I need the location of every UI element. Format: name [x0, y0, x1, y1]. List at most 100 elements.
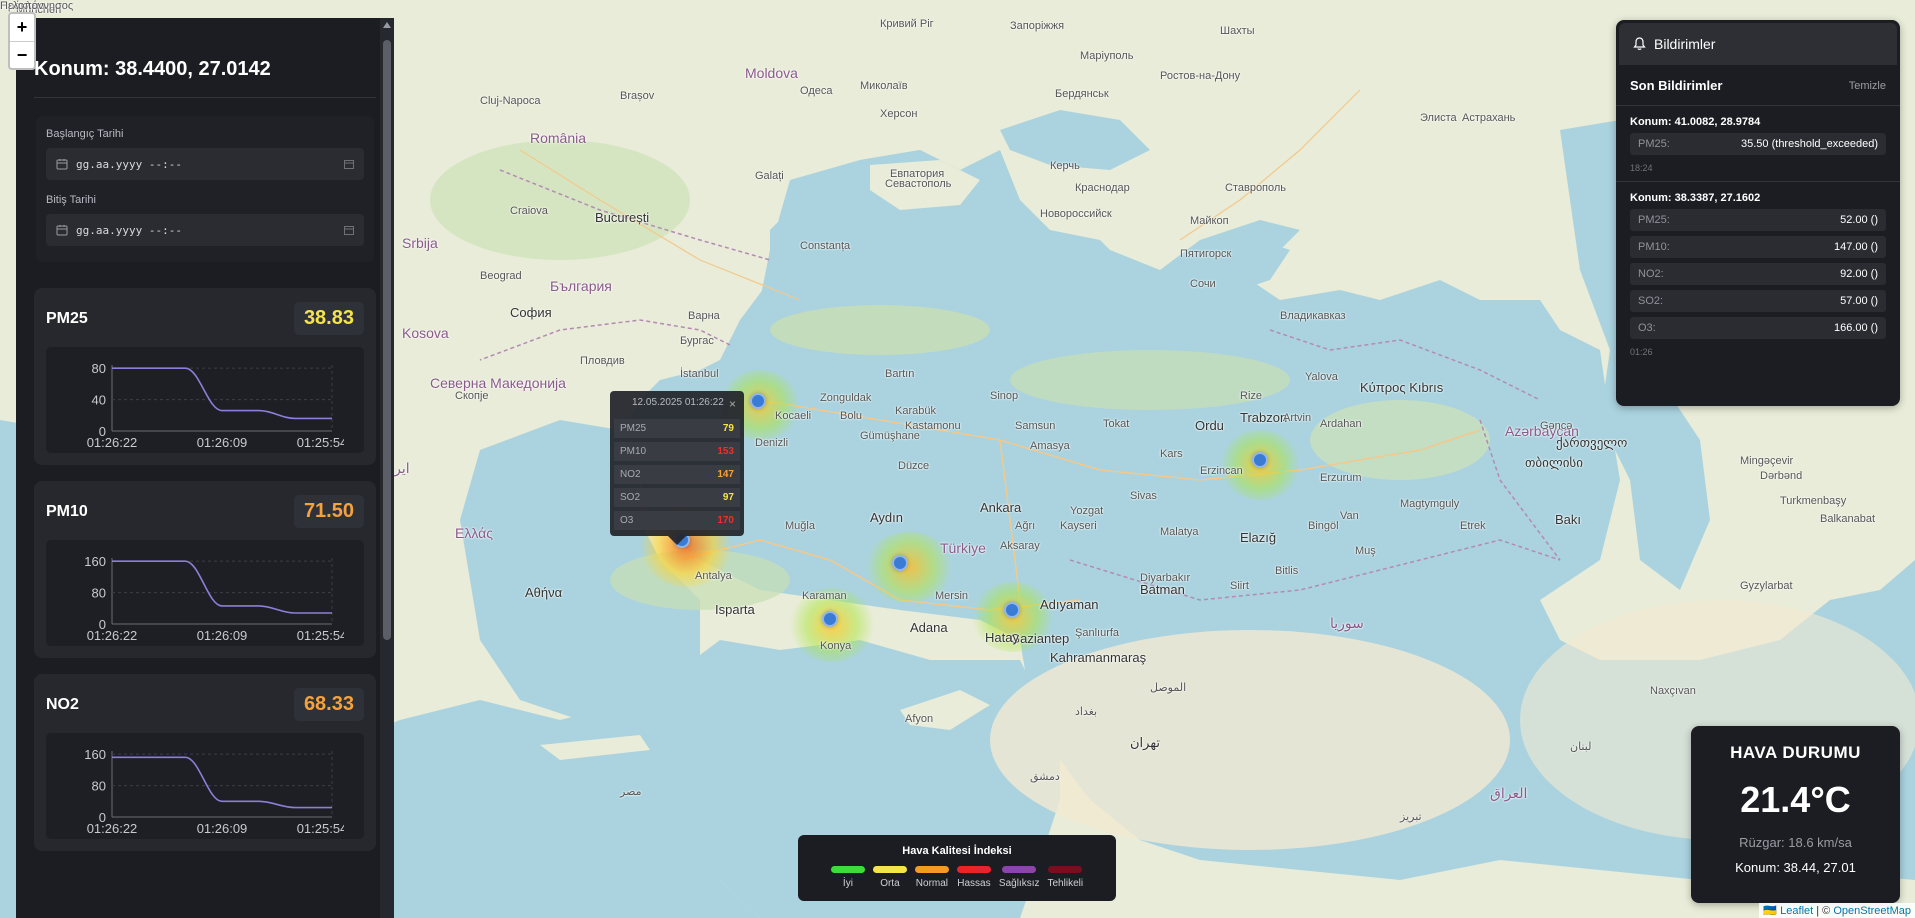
popup-close-icon[interactable]: ×: [729, 397, 736, 411]
legend-swatch: [914, 866, 949, 873]
scroll-up-arrow-icon[interactable]: [383, 22, 391, 28]
reading-value: 153: [717, 446, 734, 457]
y-tick-label: 80: [92, 779, 106, 794]
legend-swatch: [1048, 866, 1083, 873]
station-marker-erzurum[interactable]: [1252, 452, 1268, 468]
map-place-label: Одеса: [800, 85, 833, 97]
map-place-label: Αθήνα: [525, 585, 563, 600]
map-place-label: العراق: [1490, 785, 1528, 801]
start-date-value: gg.aa.yyyy --:--: [76, 157, 182, 171]
map-place-label: Etrek: [1460, 520, 1486, 532]
map-place-label: Turkmenbaşy: [1780, 495, 1847, 507]
map-place-label: Ελλάς: [455, 525, 493, 541]
popup-timestamp: 12.05.2025 01:26:22: [632, 397, 724, 408]
map-place-label: سوريا: [1330, 615, 1364, 631]
notification-item[interactable]: Konum: 38.3387, 27.1602 PM25: 52.00 () PM10…: [1616, 181, 1900, 365]
reading-key: PM10: [620, 446, 647, 457]
osm-link[interactable]: OpenStreetMap: [1833, 905, 1911, 917]
series-line: [112, 560, 332, 614]
legend-swatch: [872, 866, 907, 873]
map-place-label: Srbija: [402, 235, 438, 251]
station-marker-istanbul[interactable]: [750, 393, 766, 409]
map-place-label: Кривий Ріг: [880, 18, 934, 30]
station-marker-adana[interactable]: [1004, 602, 1020, 618]
pollutant-name: PM10: [46, 502, 88, 520]
station-popup: 12.05.2025 01:26:22 × PM25 79 PM10 153 NO2 14…: [610, 391, 744, 545]
notifications-panel: Bildirimler Son Bildirimler Temizle Konu…: [1616, 20, 1900, 406]
map-place-label: Ростов-на-Дону: [1160, 70, 1241, 82]
scrollbar-thumb[interactable]: [383, 40, 391, 640]
leaflet-link[interactable]: 🇺🇦 Leaflet: [1763, 905, 1813, 917]
pollutant-value: 68.33: [293, 688, 364, 721]
clear-notifications-button[interactable]: Temizle: [1849, 80, 1886, 92]
map-place-label: Erzurum: [1320, 472, 1362, 484]
reading-value: 57.00 (): [1840, 295, 1878, 307]
y-tick-label: 80: [92, 586, 106, 601]
popup-readings: PM25 79 PM10 153 NO2 147 SO2 97 O3 170: [614, 419, 740, 530]
notification-list: Konum: 41.0082, 28.9784 PM25: 35.50 (thres…: [1616, 106, 1900, 365]
line-chart: 0408001:26:22 01:26:09 01:25:54: [87, 361, 348, 450]
notification-reading: PM25: 52.00 (): [1630, 209, 1886, 231]
notifications-header[interactable]: Bildirimler: [1619, 23, 1897, 65]
map-place-label: Samsun: [1015, 420, 1056, 432]
map-place-label: Elazığ: [1240, 530, 1277, 545]
map-place-label: Gəncə: [1540, 420, 1573, 432]
map-place-label: Adana: [910, 620, 948, 635]
map-place-label: Евпатория: [890, 168, 945, 180]
map-place-label: Шахты: [1220, 25, 1255, 37]
map-place-label: Gyzylarbat: [1740, 580, 1793, 592]
map-place-label: Denizli: [755, 437, 789, 449]
legend-item: Orta: [872, 866, 907, 889]
map-place-label: Пятигорск: [1180, 248, 1232, 260]
reading-key: SO2: [620, 492, 641, 503]
zoom-out-button[interactable]: −: [10, 41, 34, 68]
reading-value: 97: [722, 492, 734, 503]
map-place-label: Sinop: [990, 390, 1019, 402]
y-tick-label: 160: [84, 747, 106, 762]
zoom-control: + −: [8, 12, 36, 70]
pollutant-chart: 0 80 160 01:26:22 01:26:09 01:25:54: [46, 733, 364, 839]
reading-value: 166.00 (): [1833, 322, 1878, 334]
start-date-input[interactable]: gg.aa.yyyy --:--: [46, 148, 364, 180]
calendar-icon: [56, 225, 68, 236]
map-place-label: Türkiye: [940, 540, 986, 556]
map-place-label: Kahramanmaraş: [1050, 650, 1147, 665]
map-place-label: Бердянськ: [1055, 88, 1109, 100]
series-line: [112, 756, 332, 809]
station-marker-konya[interactable]: [892, 555, 908, 571]
reading-key: NO2: [620, 469, 641, 480]
end-date-input[interactable]: gg.aa.yyyy --:--: [46, 214, 364, 246]
map-place-label: تبریز: [1400, 811, 1422, 823]
weather-title: HAVA DURUMU: [1730, 743, 1861, 762]
x-tick-label: 01:25:54: [297, 821, 344, 836]
map-place-label: Миколаїв: [860, 80, 908, 92]
pollutant-card-no2: NO2 68.33 0 80 160 01:26:22 01:26:09 01:25:54: [34, 674, 376, 851]
map-place-label: Tokat: [1103, 418, 1130, 430]
calendar-picker-icon[interactable]: [344, 225, 354, 235]
map-place-label: Aydın: [870, 510, 904, 525]
popup-reading-row: SO2 97: [614, 488, 740, 507]
notification-time: 18:24: [1630, 163, 1653, 173]
calendar-icon: [56, 159, 68, 170]
pollutant-value: 71.50: [293, 495, 364, 528]
notification-reading: NO2: 92.00 (): [1630, 263, 1886, 285]
panel-scrollbar[interactable]: [380, 18, 394, 918]
notifications-subtitle: Son Bildirimler: [1630, 78, 1723, 93]
map-place-label: Beograd: [480, 270, 522, 282]
reading-key: O3: [620, 515, 634, 526]
map-place-label: Ardahan: [1320, 418, 1362, 430]
map-place-label: Bolu: [840, 410, 863, 422]
reading-key: PM25:: [1638, 138, 1670, 150]
station-marker-antalya[interactable]: [822, 611, 838, 627]
reading-key: PM25:: [1638, 214, 1670, 226]
map-place-label: Muş: [1355, 545, 1376, 557]
legend-item: Tehlikeli: [1048, 866, 1083, 889]
map-place-label: مصر: [620, 786, 642, 798]
zoom-in-button[interactable]: +: [10, 14, 34, 41]
map-place-label: İstanbul: [680, 368, 719, 380]
calendar-picker-icon[interactable]: [344, 159, 354, 169]
x-tick-label: 01:26:09: [197, 628, 248, 643]
map-place-label: Muğla: [785, 520, 815, 532]
notification-item[interactable]: Konum: 41.0082, 28.9784 PM25: 35.50 (thres…: [1616, 106, 1900, 181]
map-place-label: Şanlıurfa: [1075, 627, 1120, 639]
